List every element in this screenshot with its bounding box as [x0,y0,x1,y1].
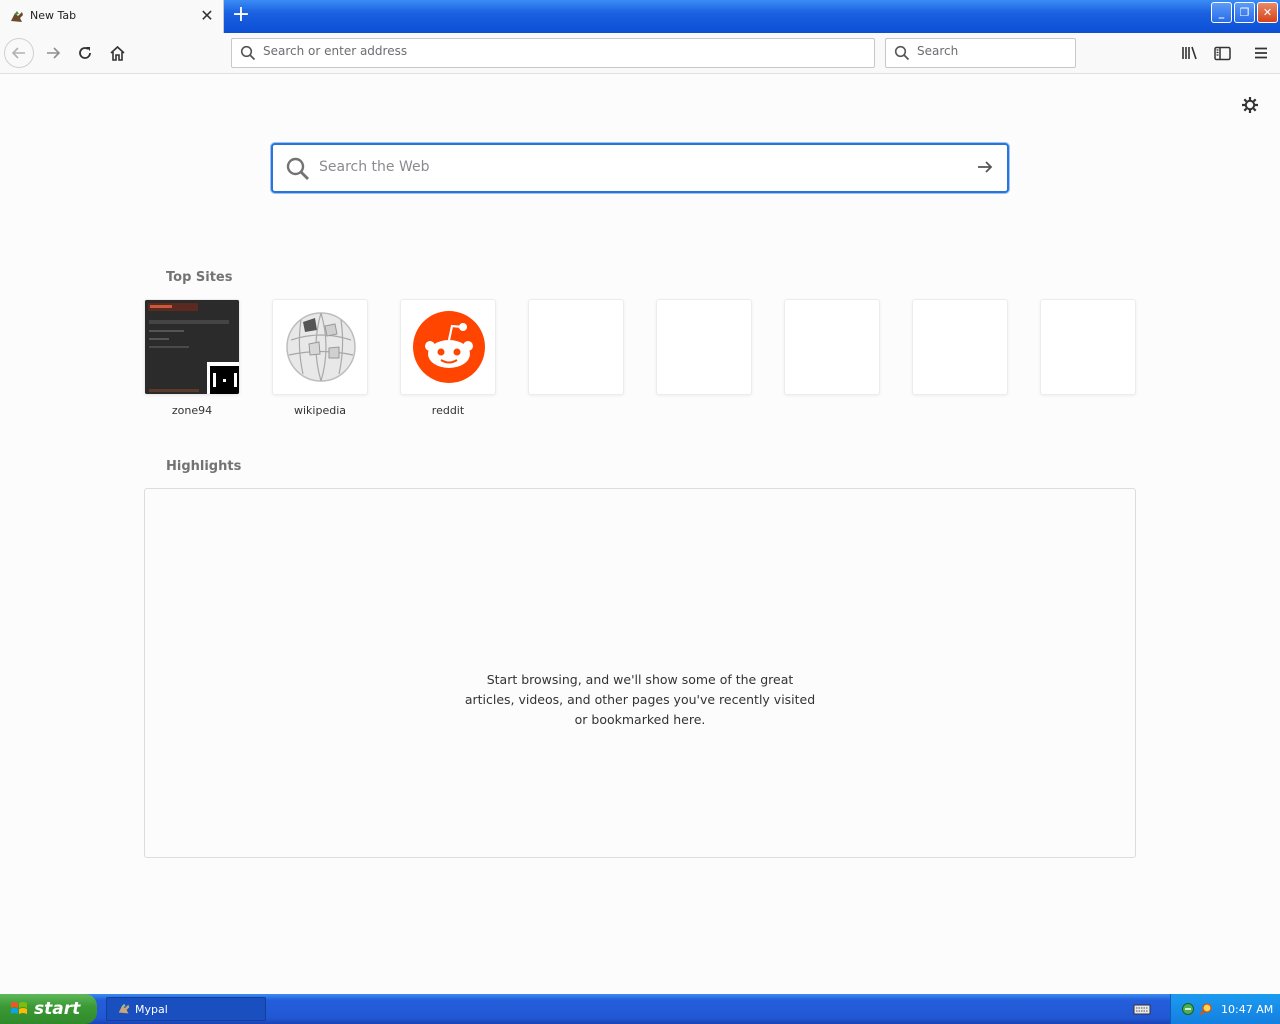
search-tray-icon[interactable] [1199,1002,1213,1016]
library-icon [1182,46,1197,60]
reddit-alien-icon [413,311,485,383]
highlights-title: Highlights [166,459,242,474]
top-site-empty-tile [784,299,880,395]
customize-gear-button[interactable] [1238,93,1262,117]
search-icon [240,45,256,61]
wikipedia-globe-icon [286,312,356,382]
tab-new-tab[interactable]: New Tab ✕ [0,0,224,33]
arrow-right-icon[interactable] [975,157,995,177]
web-search-box[interactable] [271,143,1009,193]
system-tray: 10:47 AM [1170,994,1280,1024]
arrow-left-icon [11,47,25,59]
back-button[interactable] [4,38,34,68]
start-label: start [34,999,81,1019]
top-site-empty-tile [656,299,752,395]
menu-button[interactable] [1246,38,1276,68]
search-input[interactable] [917,44,1067,58]
keyboard-icon[interactable] [1133,1002,1151,1016]
window-controls: _ ❐ ✕ [1211,2,1278,23]
top-site-tile[interactable] [400,299,496,395]
library-button[interactable] [1175,38,1205,68]
search-icon [286,157,309,180]
clock: 10:47 AM [1221,1002,1274,1016]
search-bar[interactable] [885,38,1076,68]
highlights-panel: Start browsing, and we'll show some of t… [144,488,1136,858]
network-icon[interactable] [1181,1002,1195,1016]
url-bar[interactable] [231,38,875,68]
windows-flag-icon [11,1002,27,1014]
top-site-label: zone94 [171,404,213,417]
gear-icon [1242,97,1258,113]
url-input[interactable] [263,44,823,58]
start-button[interactable]: start [0,994,97,1024]
top-site-empty-tile [528,299,624,395]
highlights-empty-message: Start browsing, and we'll show some of t… [464,672,816,727]
navigation-toolbar [0,33,1280,74]
home-icon [109,45,125,61]
home-button[interactable] [102,38,132,68]
reload-icon [79,47,91,59]
tab-strip: New Tab ✕ + _ ❐ ✕ [0,0,1280,33]
top-site-label: reddit [431,404,465,417]
mypal-app-icon [118,1003,130,1014]
sidebar-icon [1213,46,1231,60]
close-button[interactable]: ✕ [1257,2,1278,23]
minimize-button[interactable]: _ [1211,2,1232,23]
top-site-label: wikipedia [293,404,346,417]
top-site-empty-tile [1040,299,1136,395]
top-site-tile[interactable] [144,299,240,395]
web-search-input[interactable] [319,159,919,175]
top-sites-title: Top Sites [166,270,233,285]
top-site-empty-tile [912,299,1008,395]
maximize-button[interactable]: ❐ [1234,2,1255,23]
taskbar-item-label: Mypal [135,1002,168,1016]
arrow-right-icon [47,47,61,59]
tab-title: New Tab [30,9,77,22]
hamburger-menu-icon [1255,47,1267,59]
reload-button[interactable] [70,38,100,68]
zone94-thumbnail [145,300,239,394]
search-icon [894,45,910,61]
new-tab-button[interactable]: + [229,4,253,28]
taskbar-item-mypal[interactable]: Mypal [106,997,266,1021]
tab-close-button[interactable]: ✕ [198,6,216,26]
top-site-tile[interactable] [272,299,368,395]
sidebar-button[interactable] [1207,38,1237,68]
forward-button[interactable] [38,38,68,68]
mypal-favicon-icon [11,11,23,22]
taskbar: start Mypal 10:47 AM [0,994,1280,1024]
